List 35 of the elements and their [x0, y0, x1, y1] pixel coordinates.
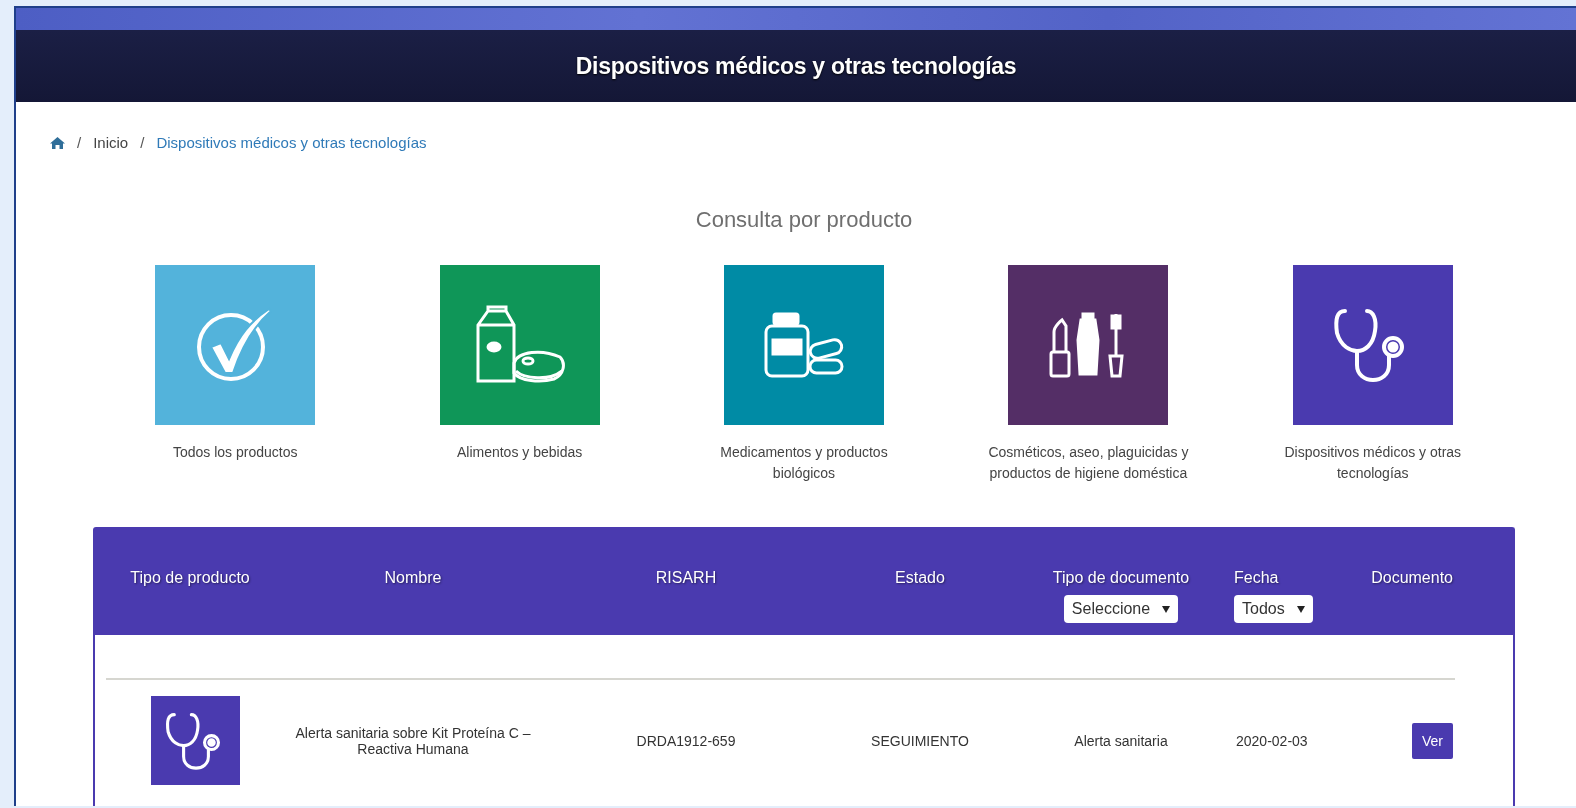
pill-bottle-and-capsules-icon [764, 312, 844, 378]
category-label[interactable]: Alimentos y bebidas [410, 442, 629, 527]
category-label[interactable]: Medicamentos y productos biológicos [695, 442, 913, 527]
column-header: Nombre [384, 569, 442, 587]
category-tile[interactable] [724, 265, 884, 425]
risarh-code: DRDA1912-659 [636, 732, 736, 749]
column-header: Fecha [1234, 569, 1279, 587]
date-text: 2020-02-03 [1236, 732, 1308, 749]
view-button[interactable]: Ver [1412, 722, 1453, 759]
filter-dropdown[interactable]: Todos [1234, 595, 1313, 623]
column-header: Tipo de documento [1052, 569, 1190, 587]
section-title: Consulta por producto [694, 206, 914, 234]
breadcrumb-link[interactable]: Inicio [93, 134, 129, 151]
breadcrumb-link[interactable]: Dispositivos médicos y otras tecnologías [156, 134, 427, 151]
category-label[interactable]: Dispositivos médicos y otras tecnologías [1263, 442, 1482, 527]
category-tile[interactable] [155, 265, 316, 425]
category-label[interactable]: Todos los productos [126, 442, 345, 527]
column-header: RISARH [655, 569, 717, 587]
category-tile[interactable] [439, 265, 600, 425]
category-label[interactable]: Cosméticos, aseo, plaguicidas y productos de higiene doméstica [979, 442, 1198, 527]
caret-icon [1296, 605, 1305, 613]
breadcrumb-separator: / [77, 134, 82, 151]
column-header: Estado [895, 569, 945, 587]
breadcrumb-separator: / [140, 134, 145, 151]
filter-dropdown[interactable]: Seleccione [1063, 595, 1179, 623]
column-header: Tipo de producto [130, 569, 250, 587]
home-icon[interactable] [50, 136, 65, 149]
product-name: Alerta sanitaria sobre Kit Proteína C – Reactiva Humana [295, 724, 531, 757]
document-type: Alerta sanitaria [1074, 732, 1168, 749]
category-tile[interactable] [1008, 265, 1169, 425]
caret-icon [1162, 605, 1171, 613]
column-header: Documento [1371, 569, 1453, 587]
status-text: SEGUIMIENTO [871, 732, 969, 749]
page-title: Dispositivos médicos y otras tecnologías [575, 52, 1017, 80]
category-tile[interactable] [1292, 265, 1453, 425]
